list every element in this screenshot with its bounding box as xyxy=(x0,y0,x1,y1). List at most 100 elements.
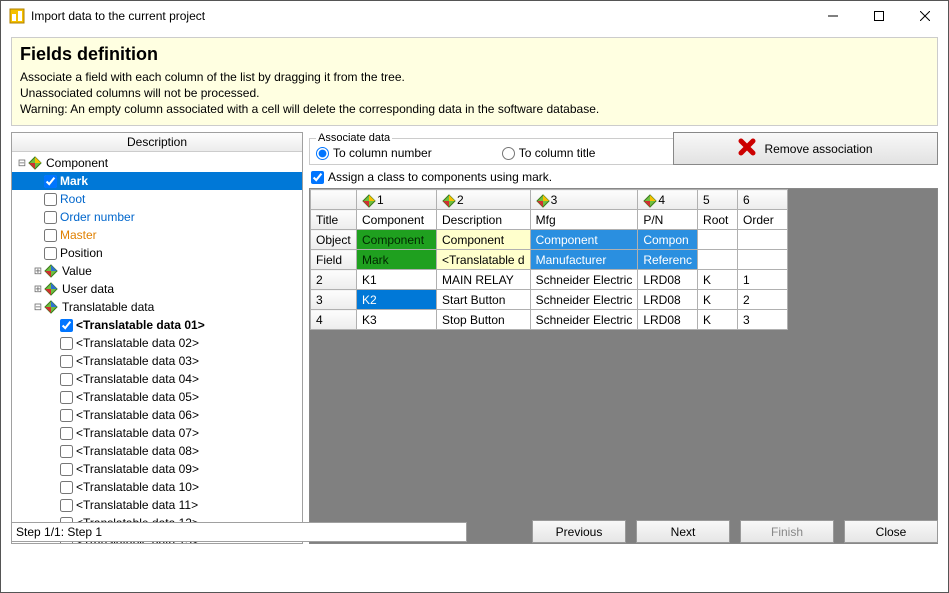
tree-checkbox[interactable] xyxy=(60,355,73,368)
cell[interactable]: P/N xyxy=(638,210,698,230)
cell[interactable]: Schneider Electric xyxy=(530,310,638,330)
tree-item[interactable]: <Translatable data 08> xyxy=(12,442,302,460)
cell[interactable]: Start Button xyxy=(437,290,531,310)
cell[interactable]: Component xyxy=(437,230,531,250)
tree-item[interactable]: Position xyxy=(12,244,302,262)
cell[interactable]: Stop Button xyxy=(437,310,531,330)
tree-expander-icon[interactable]: ⊞ xyxy=(32,266,44,277)
cell[interactable]: Component xyxy=(357,230,437,250)
tree-item[interactable]: <Translatable data 07> xyxy=(12,424,302,442)
cell[interactable]: Mark xyxy=(357,250,437,270)
tree-checkbox[interactable] xyxy=(60,499,73,512)
cell[interactable]: 2 xyxy=(738,290,788,310)
cell[interactable]: K xyxy=(698,310,738,330)
maximize-button[interactable] xyxy=(856,1,902,31)
tree-checkbox[interactable] xyxy=(44,175,57,188)
row-header[interactable]: 4 xyxy=(311,310,357,330)
cell[interactable]: Manufacturer xyxy=(530,250,638,270)
cell[interactable]: Compon xyxy=(638,230,698,250)
table-row[interactable]: ObjectComponentComponentComponentCompon xyxy=(311,230,788,250)
table-row[interactable]: 3K2Start ButtonSchneider ElectricLRD08K2 xyxy=(311,290,788,310)
tree-item[interactable]: <Translatable data 02> xyxy=(12,334,302,352)
tree-checkbox[interactable] xyxy=(60,463,73,476)
assign-class-checkbox[interactable] xyxy=(311,171,324,184)
radio-column-number-input[interactable] xyxy=(316,147,329,160)
tree-checkbox[interactable] xyxy=(44,229,57,242)
tree-item[interactable]: <Translatable data 10> xyxy=(12,478,302,496)
table-row[interactable]: 4K3Stop ButtonSchneider ElectricLRD08K3 xyxy=(311,310,788,330)
tree-expander-icon[interactable]: ⊟ xyxy=(16,158,28,169)
tree-checkbox[interactable] xyxy=(44,247,57,260)
tree-item[interactable]: Root xyxy=(12,190,302,208)
tree-checkbox[interactable] xyxy=(60,427,73,440)
cell[interactable]: K xyxy=(698,270,738,290)
row-header[interactable]: 2 xyxy=(311,270,357,290)
cell[interactable]: K3 xyxy=(357,310,437,330)
cell[interactable] xyxy=(738,250,788,270)
cell[interactable]: K2 xyxy=(357,290,437,310)
cell[interactable]: LRD08 xyxy=(638,270,698,290)
tree-item[interactable]: <Translatable data 01> xyxy=(12,316,302,334)
column-header[interactable]: 3 xyxy=(530,190,638,210)
cell[interactable]: Schneider Electric xyxy=(530,270,638,290)
column-header[interactable]: 4 xyxy=(638,190,698,210)
tree-item[interactable]: Order number xyxy=(12,208,302,226)
assign-class-label[interactable]: Assign a class to components using mark. xyxy=(328,170,552,184)
tree-checkbox[interactable] xyxy=(60,319,73,332)
cell[interactable]: Referenc xyxy=(638,250,698,270)
fields-tree[interactable]: Description ⊟ComponentMarkRootOrder numb… xyxy=(11,132,303,544)
cell[interactable]: LRD08 xyxy=(638,290,698,310)
tree-expander-icon[interactable]: ⊞ xyxy=(32,284,44,295)
tree-item[interactable]: ⊟Component xyxy=(12,154,302,172)
radio-column-title[interactable]: To column title xyxy=(502,146,596,160)
cell[interactable]: 1 xyxy=(738,270,788,290)
tree-item[interactable]: <Translatable data 03> xyxy=(12,352,302,370)
cell[interactable]: MAIN RELAY xyxy=(437,270,531,290)
cell[interactable]: Order xyxy=(738,210,788,230)
tree-checkbox[interactable] xyxy=(60,409,73,422)
tree-checkbox[interactable] xyxy=(44,211,57,224)
tree-item[interactable]: Mark xyxy=(12,172,302,190)
cell[interactable]: Root xyxy=(698,210,738,230)
cell[interactable] xyxy=(738,230,788,250)
data-grid[interactable]: 123456TitleComponentDescriptionMfgP/NRoo… xyxy=(309,188,938,544)
tree-checkbox[interactable] xyxy=(60,445,73,458)
cell[interactable]: LRD08 xyxy=(638,310,698,330)
tree-item[interactable]: ⊟Translatable data xyxy=(12,298,302,316)
tree-item[interactable]: <Translatable data 11> xyxy=(12,496,302,514)
row-header[interactable]: Field xyxy=(311,250,357,270)
next-button[interactable]: Next xyxy=(636,520,730,543)
radio-column-title-input[interactable] xyxy=(502,147,515,160)
column-header[interactable] xyxy=(311,190,357,210)
column-header[interactable]: 6 xyxy=(738,190,788,210)
cell[interactable] xyxy=(698,250,738,270)
cell[interactable]: Component xyxy=(530,230,638,250)
tree-item[interactable]: <Translatable data 09> xyxy=(12,460,302,478)
tree-checkbox[interactable] xyxy=(60,481,73,494)
row-header[interactable]: Title xyxy=(311,210,357,230)
tree-item[interactable]: <Translatable data 05> xyxy=(12,388,302,406)
cell[interactable]: K1 xyxy=(357,270,437,290)
tree-header[interactable]: Description xyxy=(12,133,302,152)
minimize-button[interactable] xyxy=(810,1,856,31)
row-header[interactable]: Object xyxy=(311,230,357,250)
previous-button[interactable]: Previous xyxy=(532,520,626,543)
finish-button[interactable]: Finish xyxy=(740,520,834,543)
column-header[interactable]: 2 xyxy=(437,190,531,210)
close-button[interactable] xyxy=(902,1,948,31)
radio-column-number[interactable]: To column number xyxy=(316,146,432,160)
tree-item[interactable]: <Translatable data 04> xyxy=(12,370,302,388)
column-header[interactable]: 5 xyxy=(698,190,738,210)
tree-checkbox[interactable] xyxy=(60,391,73,404)
cell[interactable]: Description xyxy=(437,210,531,230)
cell[interactable]: <Translatable d xyxy=(437,250,531,270)
cell[interactable]: Component xyxy=(357,210,437,230)
tree-item[interactable]: Master xyxy=(12,226,302,244)
column-header[interactable]: 1 xyxy=(357,190,437,210)
tree-item[interactable]: ⊞Value xyxy=(12,262,302,280)
table-row[interactable]: FieldMark<Translatable dManufacturerRefe… xyxy=(311,250,788,270)
cell[interactable]: 3 xyxy=(738,310,788,330)
tree-item[interactable]: ⊞User data xyxy=(12,280,302,298)
tree-checkbox[interactable] xyxy=(60,373,73,386)
close-dialog-button[interactable]: Close xyxy=(844,520,938,543)
